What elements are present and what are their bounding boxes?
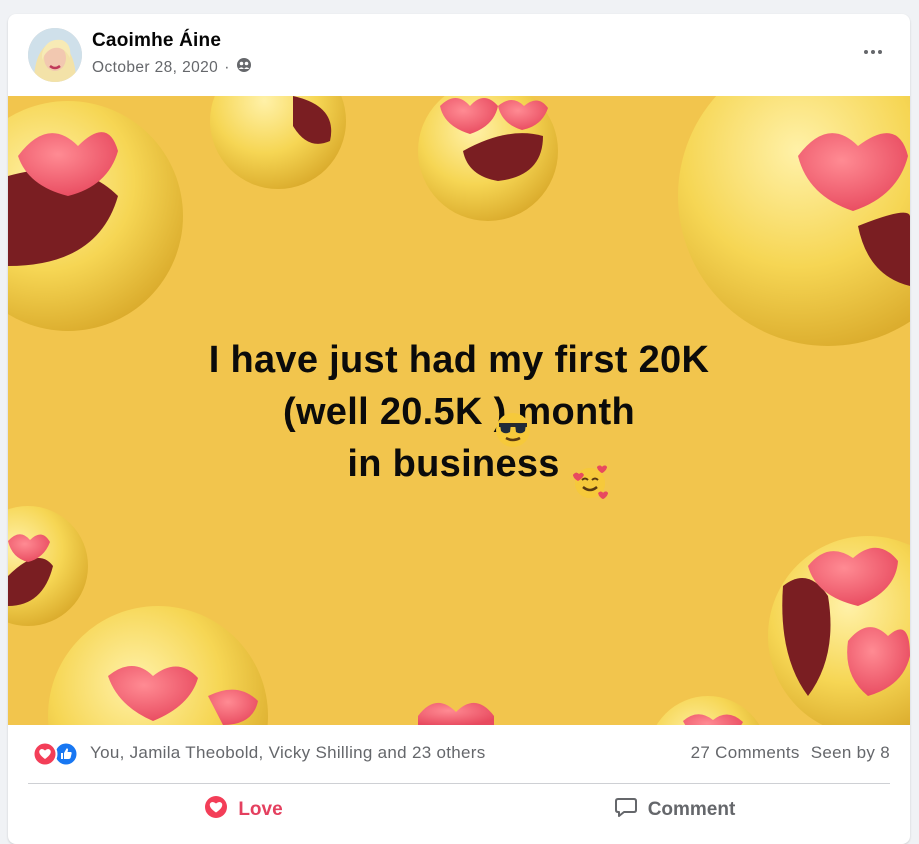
actions-divider [28, 783, 890, 784]
comment-button-label: Comment [647, 799, 736, 820]
author-name[interactable]: Caoimhe Áine [92, 30, 221, 52]
post-stats: 27 Comments Seen by 8 [691, 743, 890, 763]
post-date[interactable]: October 28, 2020 [92, 59, 218, 77]
post-text-line-3-text: in business [347, 443, 560, 485]
meta-separator: · [224, 58, 230, 76]
love-button-label: Love [238, 799, 283, 820]
post-image-text: I have just had my first 20K (well 20.5K… [8, 334, 910, 499]
post-text-line-3: in business [8, 438, 910, 499]
post-actions: Love Comment [28, 790, 890, 830]
reaction-names[interactable]: You, Jamila Theobold, Vicky Shilling and… [90, 743, 486, 763]
author-avatar[interactable] [28, 28, 82, 82]
love-button[interactable]: Love [28, 790, 459, 830]
reactions-summary: You, Jamila Theobold, Vicky Shilling and… [8, 736, 910, 772]
seen-by-count[interactable]: Seen by 8 [811, 743, 890, 763]
post-image[interactable]: I have just had my first 20K (well 20.5K… [8, 96, 910, 725]
comment-icon [614, 795, 638, 825]
post-text-line-2-prefix: (well 20.5K [283, 391, 483, 433]
love-icon [204, 795, 228, 825]
friends-icon[interactable] [236, 57, 252, 78]
post-text-line-2: (well 20.5K ) month [8, 386, 910, 447]
post-meta: October 28, 2020 · [92, 57, 252, 78]
comment-button[interactable]: Comment [459, 790, 890, 830]
post-text-line-1: I have just had my first 20K [208, 339, 710, 381]
post-card: Caoimhe Áine October 28, 2020 · I have j… [8, 14, 910, 844]
reaction-icons[interactable] [32, 741, 80, 767]
more-options-icon[interactable] [860, 40, 886, 64]
comments-count[interactable]: 27 Comments [691, 743, 800, 763]
